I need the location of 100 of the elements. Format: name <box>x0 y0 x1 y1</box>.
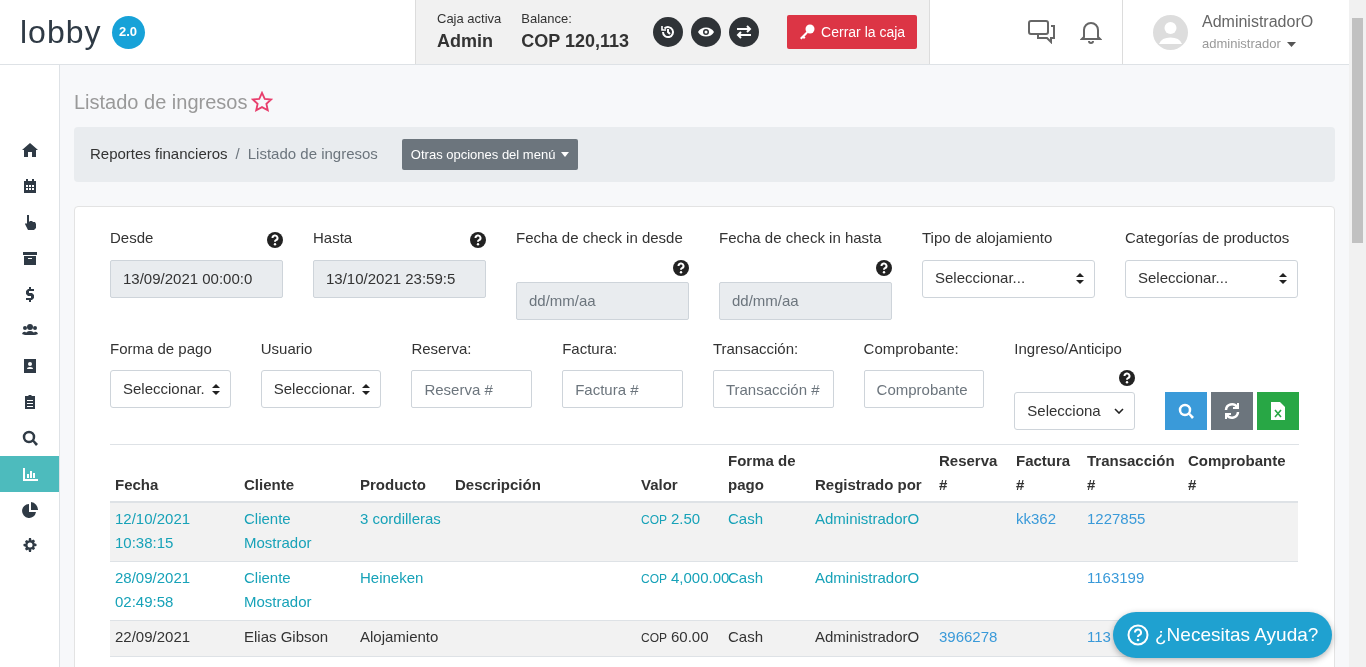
refresh-button[interactable] <box>1211 392 1254 430</box>
scrollbar[interactable] <box>1349 0 1366 667</box>
calendar-icon <box>21 178 38 194</box>
input-field[interactable]: 13/09/2021 00:00:0 <box>110 259 283 298</box>
table-cell-text: Alojamiento <box>360 627 439 647</box>
chevron-down-icon <box>1114 408 1125 414</box>
help-icon[interactable] <box>1119 370 1136 386</box>
page-title: Listado de ingresos <box>74 90 248 115</box>
sort-arrows-icon <box>362 383 371 395</box>
field-label: Comprobante: <box>863 338 959 359</box>
help-icon <box>1127 624 1149 646</box>
table-cell-text: 22/09/2021 <box>115 627 191 647</box>
search-icon <box>1178 403 1195 419</box>
table-cell[interactable]: AdministradorO <box>815 566 920 590</box>
field-label: Categorías de productos <box>1125 228 1290 248</box>
user-role-dropdown[interactable]: administrador <box>1202 34 1314 54</box>
field-label: Fecha de check in hasta <box>719 228 882 248</box>
column-header[interactable]: Fecha <box>110 449 239 502</box>
table-cell[interactable]: Cliente Mostrador <box>244 566 350 614</box>
column-header[interactable]: Cliente <box>239 449 355 502</box>
select-field[interactable]: Seleccionar. <box>110 370 231 408</box>
notification-bell-icon[interactable] <box>1080 20 1102 44</box>
table-cell[interactable]: 12/10/2021 10:38:15 <box>115 507 234 555</box>
view-icon[interactable] <box>691 17 722 47</box>
table-cell[interactable]: AdministradorO <box>815 507 920 531</box>
column-header[interactable]: Valor <box>636 449 723 502</box>
excel-export-button[interactable] <box>1257 392 1300 430</box>
search-icon <box>21 430 38 446</box>
amount-cell[interactable]: COP 2.50 <box>641 510 701 527</box>
column-header[interactable]: Reserva # <box>934 449 1011 502</box>
column-header[interactable]: Descripción <box>450 449 636 502</box>
search-button[interactable] <box>1165 392 1208 430</box>
column-header[interactable]: Producto <box>355 449 450 502</box>
balance-label: Balance: <box>521 9 573 28</box>
breadcrumb-link[interactable]: Reportes financieros <box>90 143 228 166</box>
breadcrumb-current: Listado de ingresos <box>247 144 378 165</box>
cash-label: Caja activa <box>437 9 502 28</box>
help-icon[interactable] <box>470 232 486 249</box>
swap-icon[interactable] <box>729 17 760 47</box>
input-field[interactable]: dd/mm/aa <box>516 281 689 320</box>
help-icon[interactable] <box>673 259 689 276</box>
field-label: Ingreso/Anticipo <box>1014 338 1122 359</box>
key-icon <box>799 24 816 40</box>
input-field[interactable]: Transacción # <box>712 370 834 408</box>
field-label: Hasta <box>313 228 353 248</box>
table-cell[interactable]: 3 cordilleras <box>360 507 441 531</box>
cash-value: Admin <box>437 30 494 54</box>
menu-options-button[interactable]: Otras opciones del menú <box>401 139 579 170</box>
contact-book-icon <box>21 358 38 374</box>
column-header[interactable]: Transacción # <box>1082 449 1183 502</box>
caret-icon <box>561 152 570 157</box>
help-button[interactable]: ¿Necesitas Ayuda? <box>1113 612 1333 658</box>
history-icon[interactable] <box>653 17 684 47</box>
field-label: Transacción: <box>712 338 799 359</box>
input-field[interactable]: dd/mm/aa <box>719 281 892 320</box>
input-field[interactable]: Factura # <box>562 370 683 408</box>
help-icon[interactable] <box>267 232 283 249</box>
table-cell[interactable]: Cash <box>728 507 764 531</box>
caret-icon <box>1286 41 1296 47</box>
close-register-button[interactable]: Cerrar la caja <box>787 15 918 49</box>
archive-box-icon <box>21 250 38 266</box>
home-icon <box>21 142 38 158</box>
table-cell[interactable]: kk362 <box>1016 507 1057 531</box>
table-cell[interactable]: 1163199 <box>1087 566 1145 590</box>
users-icon <box>21 322 38 338</box>
select-field[interactable]: Seleccionar... <box>922 259 1095 298</box>
spreadsheet-file-icon <box>1271 402 1286 420</box>
favorite-star-icon[interactable] <box>251 91 274 113</box>
field-label: Factura: <box>562 338 618 359</box>
input-field[interactable]: 13/10/2021 23:59:5 <box>313 259 486 298</box>
amount-cell[interactable]: COP 4,000.00 <box>641 569 730 586</box>
table-cell[interactable]: Heineken <box>360 566 424 590</box>
refresh-icon <box>1223 402 1242 420</box>
select-field[interactable]: Seleccionar. <box>260 370 382 408</box>
column-header[interactable]: Factura # <box>1011 449 1082 502</box>
version-badge: 2.0 <box>111 15 145 49</box>
help-icon[interactable] <box>876 259 892 276</box>
select-field[interactable]: Selecciona <box>1014 392 1136 430</box>
sort-arrows-icon <box>211 383 220 395</box>
table-cell[interactable]: Cash <box>728 566 764 590</box>
input-field[interactable]: Reserva # <box>411 370 533 408</box>
chat-icon[interactable] <box>1028 20 1056 44</box>
table-cell[interactable]: 1227855 <box>1087 507 1146 531</box>
pie-chart-icon <box>21 502 38 518</box>
field-label: Usuario <box>260 338 313 359</box>
column-header[interactable]: Registrado por <box>810 449 934 502</box>
table-cell[interactable]: Cliente Mostrador <box>244 507 350 555</box>
bar-chart-icon <box>21 466 38 482</box>
field-label: Reserva: <box>411 338 472 359</box>
logo: lobby <box>20 16 102 48</box>
table-cell-text: AdministradorO <box>815 627 920 647</box>
table-cell[interactable]: 28/09/2021 02:49:58 <box>115 566 234 614</box>
select-field[interactable]: Seleccionar... <box>1125 259 1298 298</box>
column-header[interactable]: Forma de pago <box>723 449 810 502</box>
column-header[interactable]: Comprobante # <box>1183 449 1298 502</box>
input-field[interactable]: Comprobante <box>863 370 985 408</box>
table-cell[interactable]: 3966278 <box>939 625 998 649</box>
balance-value: COP 120,113 <box>521 30 630 54</box>
table-cell[interactable]: 113 <box>1087 625 1111 649</box>
field-label: Desde <box>110 228 154 248</box>
